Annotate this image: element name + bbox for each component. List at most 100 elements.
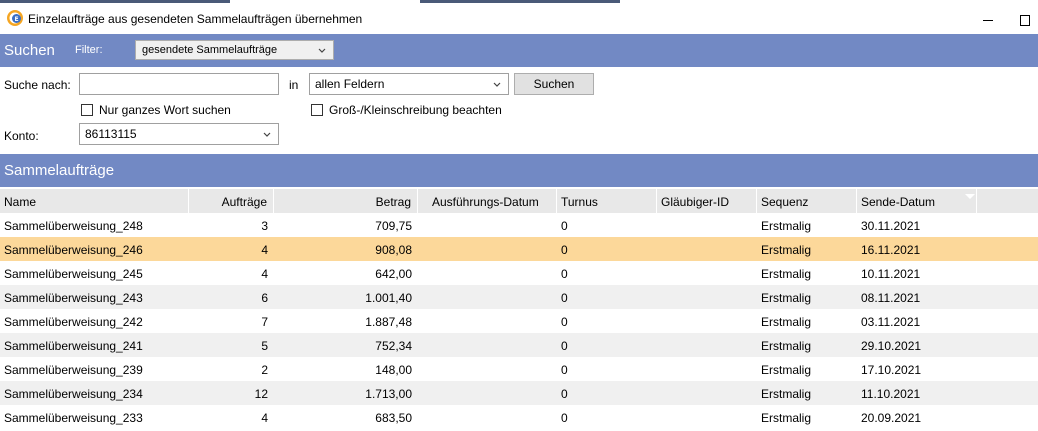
cell-interval: 0 xyxy=(561,363,568,377)
cell-creditor-id xyxy=(657,381,757,405)
column-header-send-date[interactable]: Sende-Datum xyxy=(857,189,977,213)
section-title: Sammelaufträge xyxy=(4,162,115,179)
field-select-value: allen Feldern xyxy=(315,77,385,91)
cell-orders: 2 xyxy=(261,363,268,377)
cell-name: Sammelüberweisung_234 xyxy=(4,387,143,401)
in-label: in xyxy=(289,78,299,92)
minimize-button[interactable] xyxy=(968,7,1008,33)
cell-send-date: 16.11.2021 xyxy=(861,243,921,257)
cell-creditor-id xyxy=(657,405,757,429)
column-header-amount[interactable]: Betrag xyxy=(274,189,418,213)
column-header-sequence[interactable]: Sequenz xyxy=(757,189,857,213)
cell-execution-date xyxy=(418,261,557,285)
cell-send-date: 30.11.2021 xyxy=(861,219,921,233)
table-row[interactable]: Sammelüberweisung_248 3 709,75 0 Erstmalig 30… xyxy=(0,213,1038,237)
cell-amount: 709,75 xyxy=(375,219,412,233)
title-bar[interactable]: E Einzelaufträge aus gesendeten Sammelau… xyxy=(0,3,1038,34)
column-header-execution-date[interactable]: Ausführungs-Datum xyxy=(418,189,557,213)
column-header-interval[interactable]: Turnus xyxy=(557,189,657,213)
cell-name: Sammelüberweisung_243 xyxy=(4,291,143,305)
table-row[interactable]: Sammelüberweisung_233 4 683,50 0 Erstmalig 20… xyxy=(0,405,1038,429)
cell-execution-date xyxy=(418,357,557,381)
search-header: Suchen Filter: gesendete Sammelaufträge xyxy=(0,34,1038,67)
table-row[interactable]: Sammelüberweisung_239 2 148,00 0 Erstmalig 17… xyxy=(0,357,1038,381)
cell-name: Sammelüberweisung_242 xyxy=(4,315,143,329)
chevron-down-icon xyxy=(317,45,327,55)
cell-name: Sammelüberweisung_241 xyxy=(4,339,143,353)
cell-interval: 0 xyxy=(561,219,568,233)
table-row[interactable]: Sammelüberweisung_246 4 908,08 0 Erstmalig 16… xyxy=(0,237,1038,261)
minimize-icon xyxy=(983,19,993,21)
cell-creditor-id xyxy=(657,261,757,285)
table-row[interactable]: Sammelüberweisung_245 4 642,00 0 Erstmalig 10… xyxy=(0,261,1038,285)
cell-interval: 0 xyxy=(561,411,568,425)
table-header: Name Aufträge Betrag Ausführungs-Datum T… xyxy=(0,189,1038,213)
cell-amount: 683,50 xyxy=(375,411,412,425)
cell-amount: 1.887,48 xyxy=(365,315,412,329)
cell-name: Sammelüberweisung_239 xyxy=(4,363,143,377)
column-header-name[interactable]: Name xyxy=(0,189,189,213)
chevron-down-icon xyxy=(262,129,272,139)
cell-send-date: 10.11.2021 xyxy=(861,267,921,281)
cell-creditor-id xyxy=(657,285,757,309)
cell-interval: 0 xyxy=(561,387,568,401)
filter-label: Filter: xyxy=(75,44,103,56)
cell-amount: 642,00 xyxy=(375,267,412,281)
case-sensitive-checkbox[interactable] xyxy=(311,104,323,116)
cell-execution-date xyxy=(418,381,557,405)
search-input[interactable] xyxy=(79,73,279,95)
cell-execution-date xyxy=(418,333,557,357)
svg-text:E: E xyxy=(14,16,18,23)
cell-orders: 6 xyxy=(261,291,268,305)
search-button[interactable]: Suchen xyxy=(514,73,594,95)
search-panel: Suche nach: in allen Feldern Suchen Nur … xyxy=(0,67,1038,154)
table-row[interactable]: Sammelüberweisung_234 12 1.713,00 0 Erstmali… xyxy=(0,381,1038,405)
case-sensitive-label: Groß-/Kleinschreibung beachten xyxy=(329,103,502,117)
cell-sequence: Erstmalig xyxy=(761,387,812,401)
cell-name: Sammelüberweisung_248 xyxy=(4,219,143,233)
cell-interval: 0 xyxy=(561,243,568,257)
cell-interval: 0 xyxy=(561,267,568,281)
table-row[interactable]: Sammelüberweisung_242 7 1.887,48 0 Erstmalig… xyxy=(0,309,1038,333)
cell-sequence: Erstmalig xyxy=(761,315,812,329)
cell-execution-date xyxy=(418,213,557,237)
cell-send-date: 08.11.2021 xyxy=(861,291,921,305)
cell-orders: 4 xyxy=(261,267,268,281)
column-header-orders[interactable]: Aufträge xyxy=(189,189,274,213)
cell-send-date: 11.10.2021 xyxy=(861,387,921,401)
whole-word-checkbox[interactable] xyxy=(81,104,93,116)
search-for-label: Suche nach: xyxy=(4,78,71,92)
cell-sequence: Erstmalig xyxy=(761,411,812,425)
cell-orders: 4 xyxy=(261,243,268,257)
cell-amount: 1.713,00 xyxy=(365,387,412,401)
table-row[interactable]: Sammelüberweisung_243 6 1.001,40 0 Erstmalig… xyxy=(0,285,1038,309)
cell-creditor-id xyxy=(657,309,757,333)
whole-word-label: Nur ganzes Wort suchen xyxy=(99,103,231,117)
cell-orders: 7 xyxy=(261,315,268,329)
field-select[interactable]: allen Feldern xyxy=(309,73,509,95)
cell-sequence: Erstmalig xyxy=(761,291,812,305)
maximize-button[interactable] xyxy=(1012,7,1038,33)
table-row[interactable]: Sammelüberweisung_241 5 752,34 0 Erstmalig 29… xyxy=(0,333,1038,357)
window-title: Einzelaufträge aus gesendeten Sammelauft… xyxy=(28,12,363,26)
cell-amount: 148,00 xyxy=(375,363,412,377)
table-body: Sammelüberweisung_248 3 709,75 0 Erstmalig 30… xyxy=(0,213,1038,429)
cell-send-date: 17.10.2021 xyxy=(861,363,922,377)
cell-execution-date xyxy=(418,309,557,333)
cell-amount: 1.001,40 xyxy=(365,291,412,305)
cell-creditor-id xyxy=(657,333,757,357)
cell-orders: 12 xyxy=(254,387,268,401)
account-label: Konto: xyxy=(4,129,39,143)
cell-sequence: Erstmalig xyxy=(761,267,812,281)
cell-name: Sammelüberweisung_245 xyxy=(4,267,143,281)
cell-execution-date xyxy=(418,405,557,429)
filter-select[interactable]: gesendete Sammelaufträge xyxy=(135,40,334,60)
cell-execution-date xyxy=(418,285,557,309)
cell-name: Sammelüberweisung_233 xyxy=(4,411,143,425)
chevron-down-icon xyxy=(492,79,502,89)
cell-orders: 5 xyxy=(261,339,268,353)
cell-sequence: Erstmalig xyxy=(761,219,812,233)
account-select[interactable]: 86113115 xyxy=(79,123,279,145)
cell-interval: 0 xyxy=(561,315,568,329)
column-header-creditor-id[interactable]: Gläubiger-ID xyxy=(657,189,757,213)
